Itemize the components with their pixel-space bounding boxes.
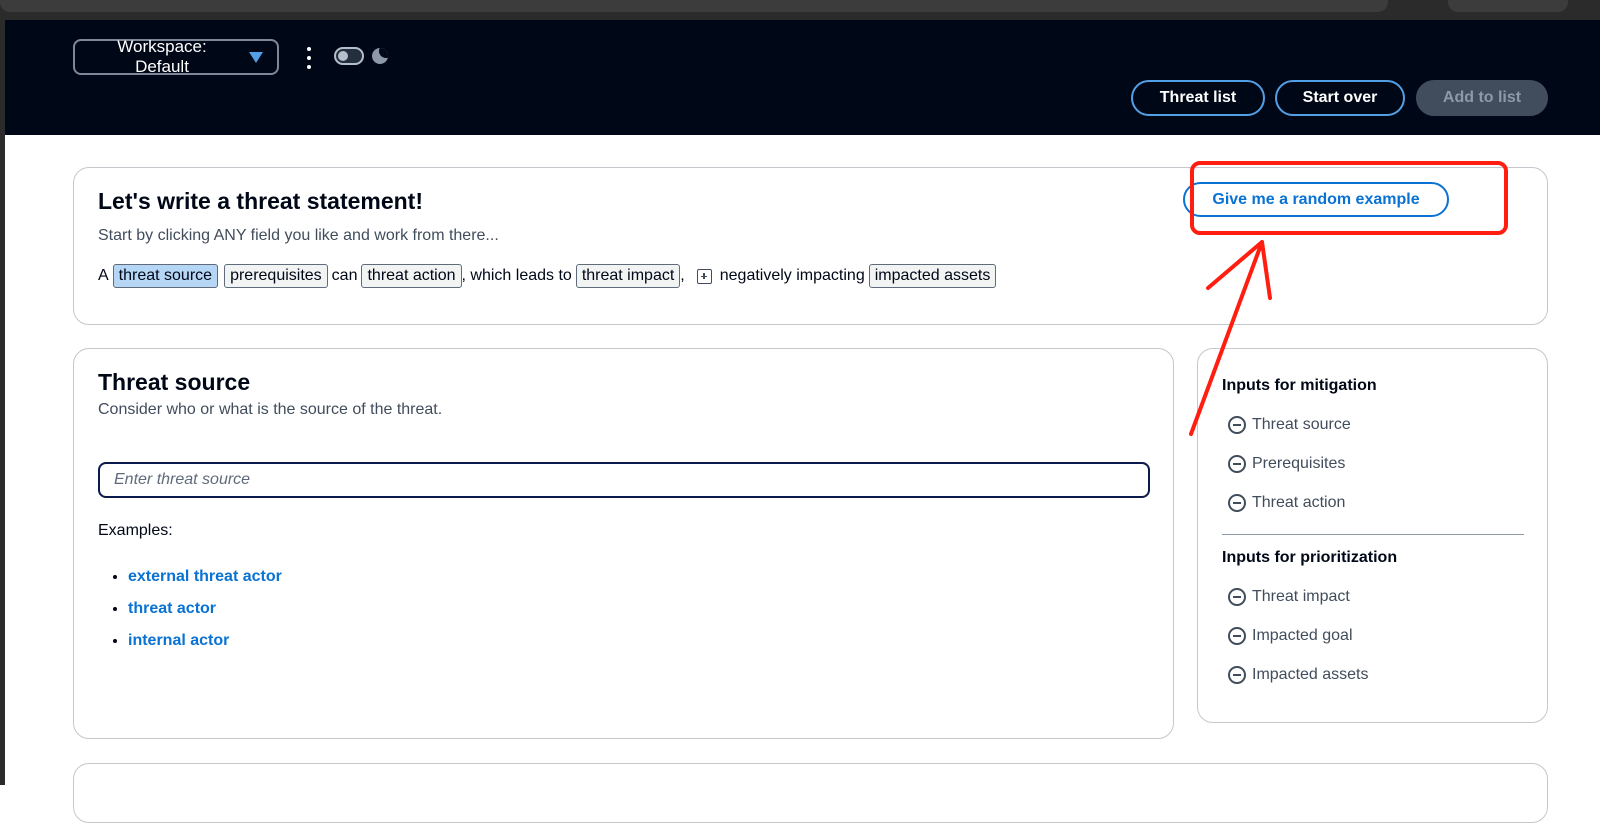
- sentence-can: can: [331, 267, 358, 284]
- sentence-comma: ,: [680, 267, 685, 284]
- sentence-prefix: A: [98, 267, 109, 284]
- workspace-selector[interactable]: Workspace: Default: [73, 37, 279, 76]
- add-impacted-goal-icon[interactable]: [696, 268, 712, 284]
- side-item-threat-impact[interactable]: Threat impact: [1222, 577, 1523, 616]
- threat-source-input[interactable]: [98, 462, 1150, 498]
- remove-circle-icon: [1228, 626, 1246, 645]
- moon-icon: [372, 48, 388, 64]
- side-item-threat-action[interactable]: Threat action: [1222, 483, 1523, 522]
- chip-threat-source[interactable]: threat source: [112, 264, 219, 288]
- add-to-list-button[interactable]: Add to list: [1416, 80, 1548, 116]
- side-item-label: Threat impact: [1252, 587, 1350, 605]
- more-options-icon[interactable]: [301, 47, 317, 69]
- app-header: Workspace: Default Threat list Start ove…: [5, 20, 1600, 135]
- browser-address-bar[interactable]: [0, 0, 1388, 12]
- list-item: internal actor: [128, 625, 282, 657]
- side-item-label: Impacted assets: [1252, 665, 1369, 683]
- list-item: threat actor: [128, 593, 282, 625]
- example-link[interactable]: threat actor: [128, 600, 216, 617]
- chip-prerequisites[interactable]: prerequisites: [224, 264, 328, 288]
- workspace-label: Workspace: Default: [117, 37, 207, 76]
- browser-chrome: [0, 0, 1600, 20]
- side-item-prerequisites[interactable]: Prerequisites: [1222, 444, 1523, 483]
- threat-list-button[interactable]: Threat list: [1131, 80, 1265, 116]
- remove-circle-icon: [1228, 454, 1246, 473]
- theme-toggle[interactable]: [334, 47, 364, 65]
- side-item-threat-source[interactable]: Threat source: [1222, 405, 1523, 444]
- prioritization-list: Threat impact Impacted goal Impacted ass…: [1222, 577, 1523, 694]
- remove-circle-icon: [1228, 415, 1246, 434]
- chip-impacted-assets[interactable]: impacted assets: [868, 264, 997, 288]
- remove-circle-icon: [1228, 587, 1246, 606]
- mitigation-list: Threat source Prerequisites Threat actio…: [1222, 405, 1523, 522]
- remove-circle-icon: [1228, 493, 1246, 512]
- sentence-negatively-impacting: negatively impacting: [719, 267, 865, 284]
- side-item-label: Threat action: [1252, 493, 1346, 511]
- next-card: [73, 763, 1548, 823]
- intro-subtitle: Start by clicking ANY field you like and…: [98, 227, 499, 244]
- side-item-label: Impacted goal: [1252, 626, 1353, 644]
- sentence-which-leads-to: , which leads to: [461, 267, 572, 284]
- threat-statement-sentence: A threat source prerequisites can threat…: [98, 264, 1000, 288]
- example-link[interactable]: external threat actor: [128, 568, 282, 585]
- side-item-label: Threat source: [1252, 415, 1351, 433]
- side-item-label: Prerequisites: [1252, 454, 1346, 472]
- chip-threat-action[interactable]: threat action: [361, 264, 462, 288]
- annotation-highlight-box: [1190, 161, 1508, 235]
- examples-list: external threat actor threat actor inter…: [98, 561, 282, 657]
- remove-circle-icon: [1228, 665, 1246, 684]
- side-divider: [1222, 534, 1524, 535]
- start-over-button[interactable]: Start over: [1275, 80, 1405, 116]
- editor-title: Threat source: [98, 369, 251, 395]
- threat-source-editor-card: Threat source Consider who or what is th…: [73, 348, 1174, 739]
- caret-down-icon: [249, 51, 263, 63]
- mitigation-section-title: Inputs for mitigation: [1222, 377, 1377, 394]
- inputs-side-panel: Inputs for mitigation Threat source Prer…: [1197, 348, 1548, 723]
- prioritization-section-title: Inputs for prioritization: [1222, 549, 1398, 566]
- list-item: external threat actor: [128, 561, 282, 593]
- example-link[interactable]: internal actor: [128, 632, 229, 649]
- intro-title: Let's write a threat statement!: [98, 188, 423, 214]
- side-item-impacted-goal[interactable]: Impacted goal: [1222, 616, 1523, 655]
- chip-threat-impact[interactable]: threat impact: [575, 264, 681, 288]
- browser-profile-pill[interactable]: [1448, 0, 1568, 12]
- editor-description: Consider who or what is the source of th…: [98, 401, 443, 418]
- side-item-impacted-assets[interactable]: Impacted assets: [1222, 655, 1523, 694]
- examples-label: Examples:: [98, 522, 173, 539]
